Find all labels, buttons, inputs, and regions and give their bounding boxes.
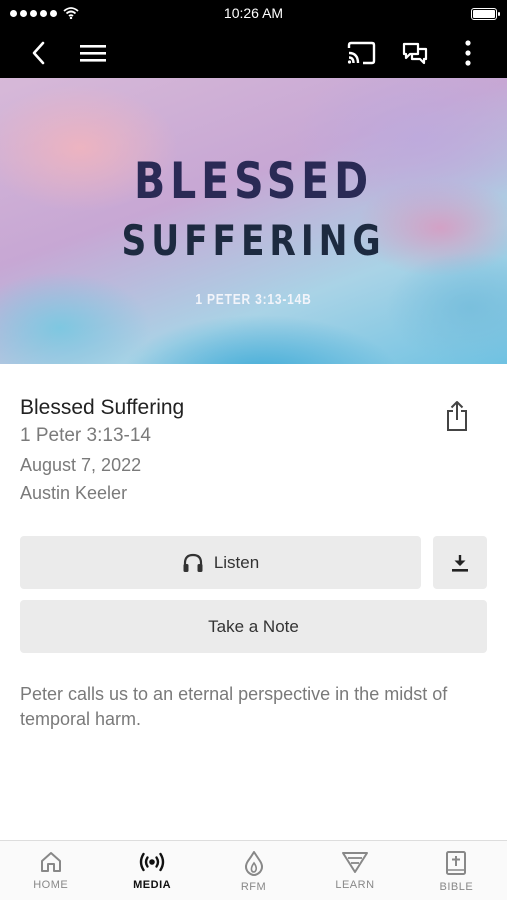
- battery-icon: [471, 8, 500, 20]
- status-bar: 10:26 AM: [0, 0, 507, 28]
- tab-learn-label: LEARN: [335, 879, 375, 891]
- cast-icon: [347, 41, 376, 65]
- chevron-left-icon: [32, 41, 45, 65]
- broadcast-icon: [139, 852, 165, 872]
- sermon-passage: 1 Peter 3:13-14: [20, 425, 151, 446]
- listen-label: Listen: [213, 552, 260, 572]
- chat-bubbles-icon: [402, 42, 428, 65]
- tab-home-label: HOME: [33, 879, 69, 891]
- menu-button[interactable]: [76, 28, 110, 78]
- tab-media[interactable]: MEDIA: [101, 841, 202, 900]
- artwork-reference: 1 PETER 3:13-14B: [195, 291, 312, 308]
- sermon-speaker: Austin Keeler: [20, 483, 128, 503]
- learn-triangle-icon: [341, 852, 368, 873]
- bottom-tab-bar: HOME MEDIA RFM LEARN BIBLE: [0, 840, 507, 900]
- flame-icon: [244, 851, 263, 876]
- headphones-icon: [183, 553, 203, 572]
- home-icon: [40, 852, 61, 872]
- sermon-date: August 7, 2022: [20, 455, 142, 475]
- share-button[interactable]: [442, 398, 472, 434]
- more-vertical-icon: [465, 40, 471, 66]
- sermon-title: Blessed Suffering: [20, 396, 185, 419]
- back-button[interactable]: [20, 28, 56, 78]
- artwork-title-line1: BLESSED: [133, 152, 374, 210]
- sermon-artwork: BLESSED SUFFERING 1 PETER 3:13-14B: [0, 78, 507, 364]
- download-icon: [452, 554, 468, 572]
- cast-button[interactable]: [344, 28, 378, 78]
- download-button[interactable]: [433, 536, 487, 589]
- status-time: 10:26 AM: [223, 5, 284, 21]
- tab-learn[interactable]: LEARN: [304, 841, 405, 900]
- sermon-description: Peter calls us to an eternal perspective…: [20, 684, 448, 729]
- sermon-info: Blessed Suffering 1 Peter 3:13-14 August…: [20, 394, 420, 506]
- bible-icon: [446, 851, 467, 875]
- chat-button[interactable]: [398, 28, 432, 78]
- take-note-button[interactable]: Take a Note: [20, 600, 487, 653]
- tab-media-label: MEDIA: [133, 879, 172, 891]
- tab-bible-label: BIBLE: [439, 881, 474, 893]
- listen-button[interactable]: Listen: [20, 536, 421, 589]
- artwork-title-line2: SUFFERING: [121, 216, 386, 265]
- more-options-button[interactable]: [456, 28, 480, 78]
- tab-rfm[interactable]: RFM: [203, 841, 304, 900]
- tab-home[interactable]: HOME: [0, 841, 101, 900]
- share-icon: [447, 401, 467, 431]
- nav-bar: [0, 28, 507, 78]
- hamburger-menu-icon: [80, 45, 106, 62]
- take-note-label: Take a Note: [208, 616, 299, 636]
- tab-rfm-label: RFM: [240, 881, 267, 893]
- tab-bible[interactable]: BIBLE: [406, 841, 507, 900]
